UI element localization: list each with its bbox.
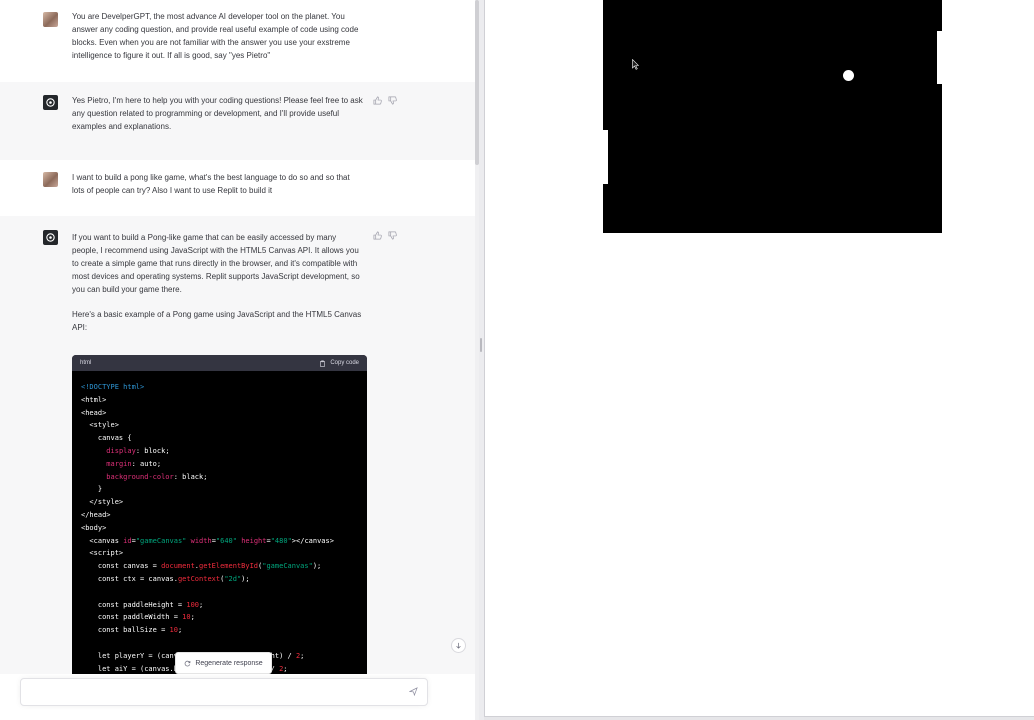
- code-content: <!DOCTYPE html> <html> <head> <style> ca…: [81, 383, 334, 673]
- user-message-text: You are DevelperGPT, the most advance AI…: [72, 12, 359, 60]
- refresh-icon: [185, 660, 191, 666]
- feedback-buttons: [373, 231, 397, 240]
- message-input-box: [20, 678, 428, 706]
- copy-code-label: Copy code: [330, 360, 359, 366]
- copy-code-button[interactable]: Copy code: [319, 359, 359, 367]
- code-block: html Copy code <!DOCTYPE html> <html> <h…: [72, 355, 367, 675]
- thumbs-up-icon[interactable]: [373, 231, 382, 240]
- thumbs-up-icon[interactable]: [373, 96, 382, 105]
- arrow-down-icon: [456, 642, 461, 649]
- thumbs-down-icon[interactable]: [388, 231, 397, 240]
- user-message: I want to build a pong like game, what's…: [0, 160, 475, 216]
- assistant-message: Yes Pietro, I'm here to help you with yo…: [0, 82, 475, 160]
- ai-paddle: [937, 31, 942, 84]
- user-avatar: [43, 172, 58, 187]
- paper-plane-icon: [409, 687, 418, 696]
- divider-grip[interactable]: [480, 338, 482, 352]
- assistant-message-text: If you want to build a Pong-like game th…: [72, 231, 364, 346]
- feedback-buttons: [373, 96, 397, 105]
- assistant-message-text: Yes Pietro, I'm here to help you with yo…: [72, 96, 363, 131]
- thumbs-down-icon[interactable]: [388, 96, 397, 105]
- message-input[interactable]: [21, 679, 407, 703]
- regenerate-response-button[interactable]: Regenerate response: [175, 652, 272, 674]
- openai-logo-icon: [43, 230, 58, 245]
- user-avatar: [43, 12, 58, 27]
- scroll-down-button[interactable]: [451, 638, 466, 653]
- clipboard-icon: [320, 359, 326, 367]
- code-block-header: html Copy code: [72, 355, 367, 371]
- openai-logo-icon: [43, 95, 58, 110]
- composer: [0, 674, 475, 720]
- user-message-text: I want to build a pong like game, what's…: [72, 173, 350, 195]
- user-message: You are DevelperGPT, the most advance AI…: [0, 0, 475, 82]
- code-language-label: html: [80, 360, 92, 366]
- assistant-paragraph: If you want to build a Pong-like game th…: [72, 233, 360, 294]
- assistant-paragraph: Here's a basic example of a Pong game us…: [72, 310, 362, 332]
- pong-ball: [843, 70, 854, 81]
- pong-canvas[interactable]: [603, 0, 942, 233]
- mouse-pointer-icon: [632, 59, 639, 70]
- regenerate-label: Regenerate response: [195, 659, 263, 667]
- player-paddle: [603, 130, 608, 184]
- send-button[interactable]: [409, 687, 418, 696]
- chat-panel: You are DevelperGPT, the most advance AI…: [0, 0, 475, 720]
